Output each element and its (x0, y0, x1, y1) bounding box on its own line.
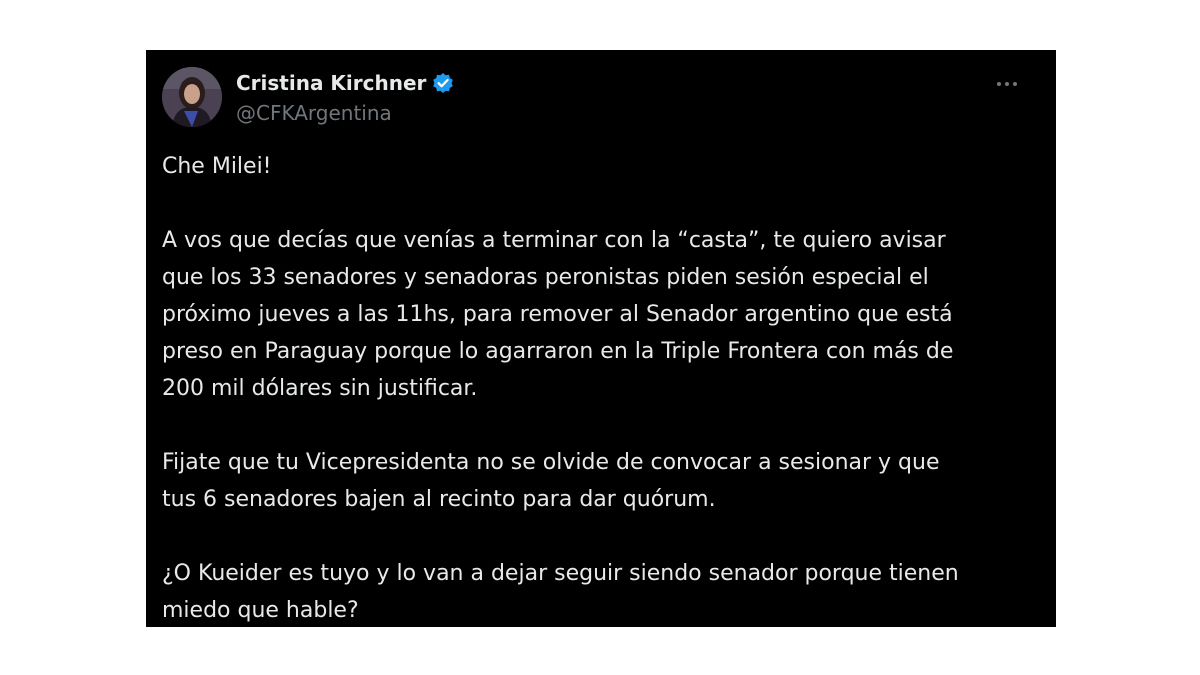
tweet-text: Che Milei! A vos que decías que venías a… (162, 148, 1042, 627)
tweet-paragraph: Che Milei! (162, 154, 272, 179)
author-name-text: Cristina Kirchner (236, 71, 427, 95)
profile-photo-icon (162, 67, 222, 127)
more-options-icon (997, 82, 1017, 86)
verified-badge-icon (432, 72, 454, 94)
tweet-card: Cristina Kirchner @CFKArgentina Che Mile… (146, 50, 1056, 627)
author-avatar[interactable] (162, 67, 222, 127)
author-handle[interactable]: @CFKArgentina (236, 100, 392, 126)
author-name[interactable]: Cristina Kirchner (236, 70, 454, 96)
tweet-paragraph: ¿O Kueider es tuyo y lo van a dejar segu… (162, 561, 959, 623)
more-options-button[interactable] (992, 72, 1022, 96)
tweet-paragraph: Fijate que tu Vicepresidenta no se olvid… (162, 450, 940, 512)
tweet-paragraph: A vos que decías que venías a terminar c… (162, 228, 954, 401)
